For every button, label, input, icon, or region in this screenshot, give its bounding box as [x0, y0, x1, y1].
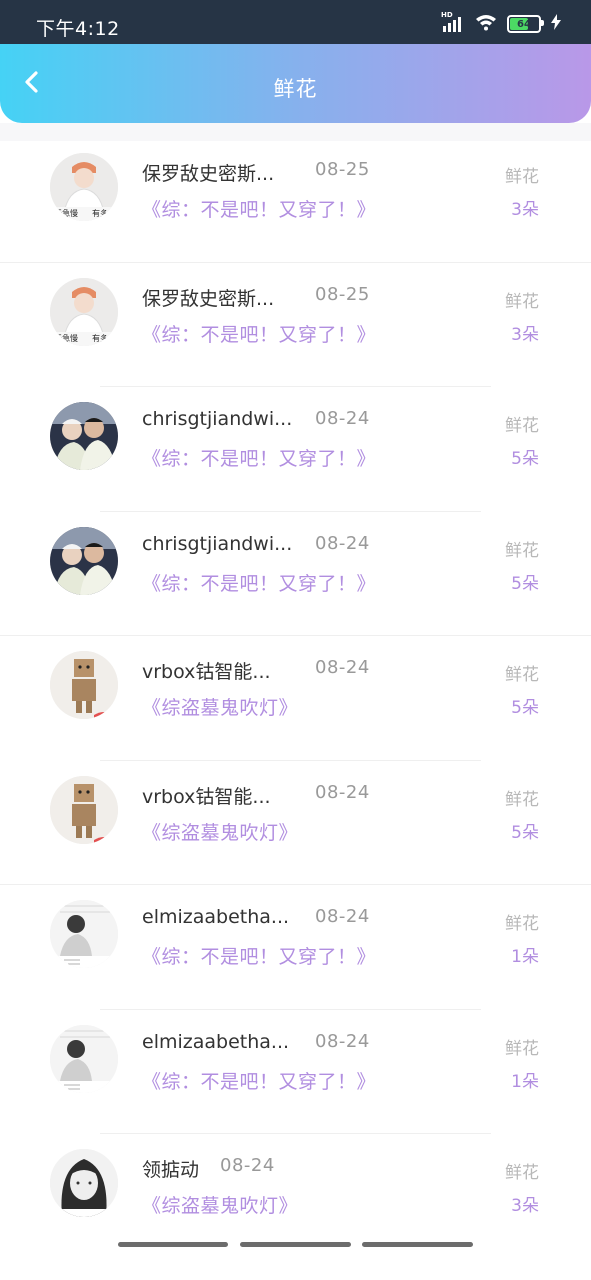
gesture-navigation-bar: [0, 1238, 591, 1250]
avatar: [50, 651, 118, 719]
user-name: vrbox钴智能...: [142, 785, 271, 808]
status-time: 下午4:12: [36, 18, 120, 40]
battery-icon: 64: [507, 15, 544, 33]
list-item[interactable]: chrisgtjiandwi... 08-24 《综：不是吧！又穿了！》 鲜花 …: [0, 387, 591, 512]
record-date: 08-25: [315, 159, 370, 180]
avatar: [50, 402, 118, 470]
user-name: elmizaabetha...: [142, 1030, 290, 1053]
gift-type-label: 鲜花: [505, 291, 539, 312]
record-date: 08-24: [315, 1030, 370, 1052]
book-title[interactable]: 《综：不是吧！又穿了！》: [142, 195, 376, 222]
gift-type-label: 鲜花: [505, 1163, 539, 1183]
book-title[interactable]: 《综盗墓鬼吹灯》: [142, 1191, 298, 1218]
record-date: 08-25: [315, 283, 370, 305]
flower-record-list: 无急慢 有多 保罗敌史密斯... 08-25 《综：不是吧！又穿了！》 鲜花 3…: [0, 138, 591, 1259]
avatar-caption: 有多: [92, 333, 108, 343]
page-title: 鲜花: [273, 77, 318, 101]
gift-type-label: 鲜花: [505, 540, 539, 561]
gift-type-label: 鲜花: [505, 167, 539, 187]
list-item[interactable]: chrisgtjiandwi... 08-24 《综：不是吧！又穿了！》 鲜花 …: [0, 512, 591, 636]
avatar: [50, 526, 118, 595]
book-title[interactable]: 《综：不是吧！又穿了！》: [142, 942, 376, 969]
battery-level: 64: [517, 18, 531, 30]
book-title[interactable]: 《综：不是吧！又穿了！》: [142, 569, 376, 596]
gift-count: 5朵: [511, 822, 539, 843]
book-title[interactable]: 《综盗墓鬼吹灯》: [142, 818, 298, 845]
gift-count: 1朵: [511, 1071, 539, 1092]
gift-count: 5朵: [511, 698, 539, 718]
list-item[interactable]: elmizaabetha... 08-24 《综：不是吧！又穿了！》 鲜花 1朵: [0, 1010, 591, 1134]
gift-count: 5朵: [511, 573, 539, 594]
gift-type-label: 鲜花: [505, 789, 539, 810]
gift-count: 3朵: [511, 324, 539, 345]
list-item[interactable]: vrbox钴智能... 08-24 《综盗墓鬼吹灯》 鲜花 5朵: [0, 636, 591, 761]
nav-back-handle[interactable]: [362, 1242, 473, 1247]
wifi-icon: [475, 13, 497, 35]
gift-type-label: 鲜花: [505, 914, 539, 934]
list-item[interactable]: 无急慢 有多 保罗敌史密斯... 08-25 《综：不是吧！又穿了！》 鲜花 3…: [0, 138, 591, 263]
hd-label: HD: [441, 11, 453, 19]
gift-type-label: 鲜花: [505, 416, 539, 436]
user-name: chrisgtjiandwi...: [142, 408, 293, 430]
signal-icon: HD: [441, 11, 465, 33]
avatar: [50, 775, 118, 844]
record-date: 08-24: [315, 906, 370, 927]
status-icons: HD 64: [441, 11, 561, 35]
record-date: 08-24: [315, 408, 370, 429]
gift-count: 3朵: [511, 200, 539, 220]
book-title[interactable]: 《综盗墓鬼吹灯》: [142, 693, 298, 720]
header: 鲜花: [0, 44, 591, 123]
gift-type-label: 鲜花: [505, 665, 539, 685]
list-item[interactable]: elmizaabetha... 08-24 《综：不是吧！又穿了！》 鲜花 1朵: [0, 885, 591, 1010]
nav-home-handle[interactable]: [240, 1242, 351, 1247]
list-item[interactable]: 无急慢 有多 保罗敌史密斯... 08-25 《综：不是吧！又穿了！》 鲜花 3…: [0, 263, 591, 387]
avatar-caption: 无急慢: [54, 208, 78, 218]
avatar: [50, 1024, 118, 1093]
avatar: [50, 1149, 118, 1217]
avatar-caption: 无急慢: [54, 333, 78, 343]
gift-count: 1朵: [511, 947, 539, 967]
avatar: [50, 900, 118, 968]
gift-count: 5朵: [511, 449, 539, 469]
record-date: 08-24: [315, 657, 370, 678]
record-date: 08-24: [315, 532, 370, 554]
user-name: 保罗敌史密斯...: [142, 287, 275, 310]
user-name: vrbox钴智能...: [142, 661, 271, 683]
status-bar: 下午4:12 HD 64: [0, 0, 591, 44]
avatar: 无急慢 有多: [50, 153, 118, 221]
record-date: 08-24: [315, 781, 370, 803]
user-name: elmizaabetha...: [142, 906, 290, 928]
record-date: 08-24: [220, 1155, 275, 1176]
avatar-caption: 有多: [92, 208, 108, 218]
user-name: 保罗敌史密斯...: [142, 163, 275, 185]
charging-icon: [551, 14, 561, 34]
gift-type-label: 鲜花: [505, 1038, 539, 1059]
user-name: chrisgtjiandwi...: [142, 532, 293, 555]
book-title[interactable]: 《综：不是吧！又穿了！》: [142, 1067, 376, 1094]
list-item[interactable]: vrbox钴智能... 08-24 《综盗墓鬼吹灯》 鲜花 5朵: [0, 761, 591, 885]
gift-count: 3朵: [511, 1196, 539, 1216]
book-title[interactable]: 《综：不是吧！又穿了！》: [142, 320, 376, 347]
nav-recents-handle[interactable]: [118, 1242, 228, 1247]
book-title[interactable]: 《综：不是吧！又穿了！》: [142, 444, 376, 471]
avatar: 无急慢 有多: [50, 277, 118, 346]
